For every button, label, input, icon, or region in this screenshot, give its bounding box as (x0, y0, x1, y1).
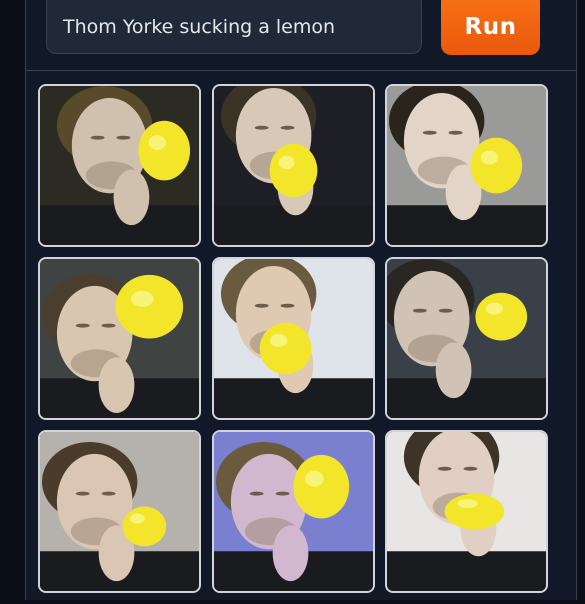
lemon (138, 120, 191, 181)
divider (26, 70, 576, 71)
prompt-input-value[interactable]: Thom Yorke sucking a lemon (63, 16, 335, 38)
gallery-image[interactable] (212, 84, 375, 247)
lemon (259, 322, 312, 375)
lemon (475, 292, 528, 341)
lemon (269, 143, 318, 198)
lemon (122, 506, 167, 547)
prompt-input[interactable]: Thom Yorke sucking a lemon (46, 0, 422, 54)
gallery-image[interactable] (212, 430, 375, 593)
lemon (470, 137, 523, 194)
run-button[interactable]: Run (441, 0, 540, 55)
image-gallery (38, 84, 548, 604)
lemon (444, 493, 505, 530)
gallery-image[interactable] (38, 84, 201, 247)
gallery-image[interactable] (385, 257, 548, 420)
gallery-image[interactable] (38, 430, 201, 593)
lemon (115, 274, 184, 339)
gallery-image[interactable] (385, 430, 548, 593)
gallery-image[interactable] (212, 257, 375, 420)
gallery-image[interactable] (385, 84, 548, 247)
gallery-image[interactable] (38, 257, 201, 420)
lemon (293, 454, 350, 519)
